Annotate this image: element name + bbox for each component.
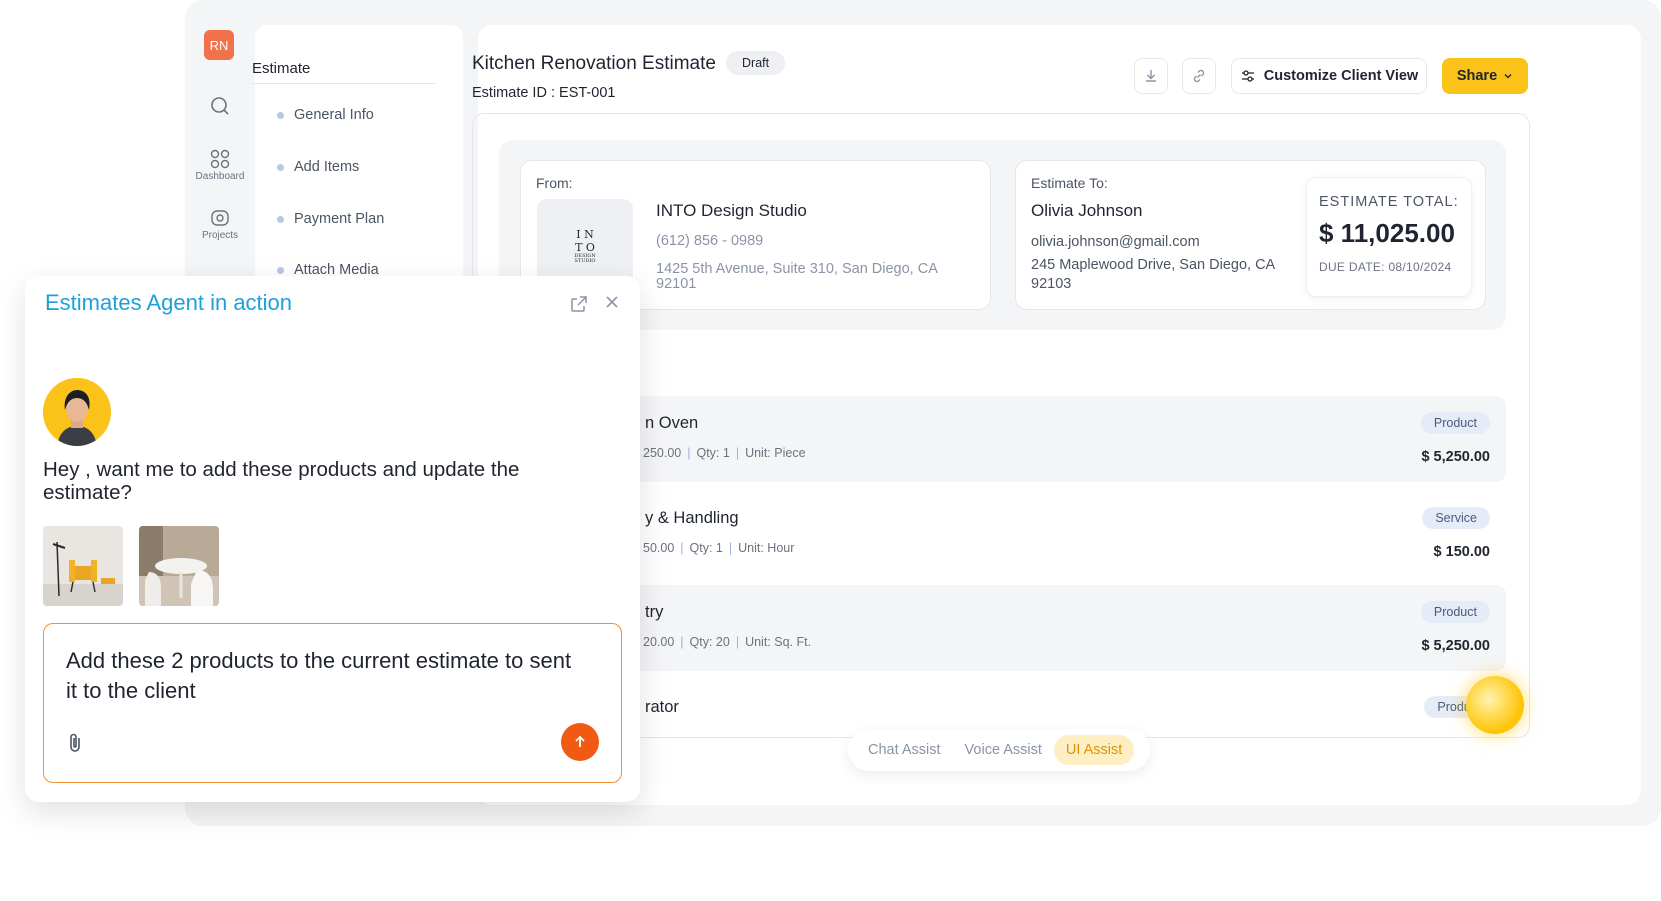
to-client-name: Olivia Johnson (1031, 201, 1143, 220)
estimate-total-value: $ 11,025.00 (1319, 218, 1455, 248)
copy-link-button[interactable] (1182, 58, 1216, 94)
bullet-icon (277, 111, 284, 119)
item-price-part: 250.00 (643, 446, 682, 460)
item-unit: Unit: Piece (745, 446, 806, 460)
arrow-up-icon (575, 735, 585, 747)
due-date: DUE DATE: 08/10/2024 (1319, 260, 1452, 274)
logo-text: STUDIO (574, 258, 596, 265)
user-avatar[interactable]: RN (204, 30, 234, 60)
item-meta: 20.00 | Qty: 20 | Unit: Sq. Ft. (643, 635, 812, 649)
dashboard-label: Dashboard (195, 171, 245, 182)
product-thumbnail-chair[interactable] (43, 526, 123, 606)
item-name: rator (645, 698, 679, 716)
projects-label: Projects (201, 230, 239, 241)
to-card: Estimate To: Olivia Johnson olivia.johns… (1015, 160, 1486, 310)
send-button[interactable] (561, 723, 599, 761)
from-address-line2: 92101 (656, 276, 697, 292)
subnav-title: Estimate (252, 60, 311, 77)
item-price-part: 50.00 (643, 541, 675, 555)
to-address-line1: 245 Maplewood Drive, San Diego, CA (1031, 257, 1276, 273)
line-item-row[interactable]: n Oven 250.00 | Qty: 1 | Unit: Piece Product… (499, 396, 1506, 482)
chat-input[interactable]: Add these 2 products to the current esti… (66, 646, 586, 706)
estimate-id: Estimate ID : EST-001 (472, 85, 616, 101)
subnav-item-general-info[interactable]: General Info (277, 107, 374, 123)
item-qty: Qty: 1 (689, 541, 723, 555)
agent-avatar (43, 378, 111, 446)
item-amount: $ 5,250.00 (1421, 449, 1490, 465)
attachment-icon[interactable] (66, 732, 86, 759)
assistant-orb[interactable] (1466, 676, 1524, 734)
item-qty: Qty: 20 (689, 635, 730, 649)
subnav-item-add-items[interactable]: Add Items (277, 159, 359, 175)
customize-client-view-button[interactable]: Customize Client View (1231, 58, 1427, 94)
estimate-subnav: Estimate General Info Add Items Payment … (252, 25, 463, 305)
line-item-row[interactable]: y & Handling 50.00 | Qty: 1 | Unit: Hour Ser… (499, 491, 1506, 577)
from-label: From: (536, 175, 573, 191)
item-type-badge: Product (1420, 601, 1490, 623)
item-name: try (645, 603, 664, 621)
logo-text: T O (575, 240, 595, 254)
subnav-item-label: General Info (294, 107, 374, 123)
chevron-down-icon (1504, 74, 1512, 79)
item-unit: Unit: Hour (738, 541, 795, 555)
product-thumbnail-table[interactable] (139, 526, 219, 606)
item-unit: Unit: Sq. Ft. (745, 635, 812, 649)
tab-voice-assist[interactable]: Voice Assist (953, 735, 1054, 765)
download-button[interactable] (1134, 58, 1168, 94)
customize-label: Customize Client View (1263, 68, 1419, 84)
estimate-main: Kitchen Renovation Estimate Draft Estima… (472, 25, 1641, 805)
page-title: Kitchen Renovation Estimate (472, 53, 716, 74)
subnav-item-payment-plan[interactable]: Payment Plan (277, 211, 384, 227)
item-meta: 50.00 | Qty: 1 | Unit: Hour (643, 541, 795, 555)
from-company-name: INTO Design Studio (656, 201, 807, 220)
to-address-line2: 92103 (1031, 276, 1072, 292)
search-icon[interactable] (205, 96, 235, 121)
from-phone: (612) 856 - 0989 (656, 233, 764, 249)
bullet-icon (277, 215, 284, 223)
address-section: From: I N T O DESIGN STUDIO INTO Design … (499, 140, 1506, 330)
agent-chat-panel: Estimates Agent in action Hey , want me … (25, 276, 640, 802)
download-icon (1146, 70, 1156, 82)
item-type-badge: Product (1420, 412, 1490, 434)
line-item-row[interactable]: try 20.00 | Qty: 20 | Unit: Sq. Ft. Product … (499, 585, 1506, 671)
from-address-line1: 1425 5th Avenue, Suite 310, San Diego, C… (656, 261, 938, 277)
link-icon (1193, 69, 1205, 83)
logo-text: I N (576, 228, 594, 242)
share-label: Share (1456, 68, 1498, 84)
assist-mode-switcher: Chat Assist Voice Assist UI Assist (848, 729, 1150, 771)
bullet-icon (277, 266, 284, 274)
close-icon[interactable] (604, 294, 620, 315)
tab-ui-assist[interactable]: UI Assist (1053, 735, 1135, 765)
subnav-item-label: Add Items (294, 159, 360, 175)
item-type-badge: Service (1422, 507, 1490, 529)
chat-title: Estimates Agent in action (45, 290, 293, 315)
subnav-item-label: Payment Plan (294, 211, 385, 227)
bullet-icon (277, 163, 284, 171)
item-amount: $ 5,250.00 (1421, 638, 1490, 654)
estimate-total-label: ESTIMATE TOTAL: (1319, 194, 1459, 210)
item-qty: Qty: 1 (696, 446, 730, 460)
item-name: n Oven (645, 414, 699, 432)
item-amount: $ 150.00 (1433, 544, 1490, 560)
tab-chat-assist[interactable]: Chat Assist (856, 735, 953, 765)
item-name: y & Handling (645, 509, 739, 527)
item-price-part: 20.00 (643, 635, 675, 649)
estimate-total-box: ESTIMATE TOTAL: $ 11,025.00 DUE DATE: 08… (1306, 177, 1472, 297)
open-external-icon[interactable] (569, 294, 589, 319)
status-badge: Draft (726, 51, 786, 75)
to-email: olivia.johnson@gmail.com (1031, 234, 1200, 250)
to-label: Estimate To: (1031, 175, 1108, 191)
sliders-icon (1241, 70, 1254, 82)
chat-input-box[interactable]: Add these 2 products to the current esti… (43, 623, 622, 783)
subnav-divider (252, 83, 436, 84)
item-meta: 250.00 | Qty: 1 | Unit: Piece (643, 446, 806, 460)
share-button[interactable]: Share (1442, 58, 1528, 94)
agent-message: Hey , want me to add these products and … (43, 458, 520, 504)
